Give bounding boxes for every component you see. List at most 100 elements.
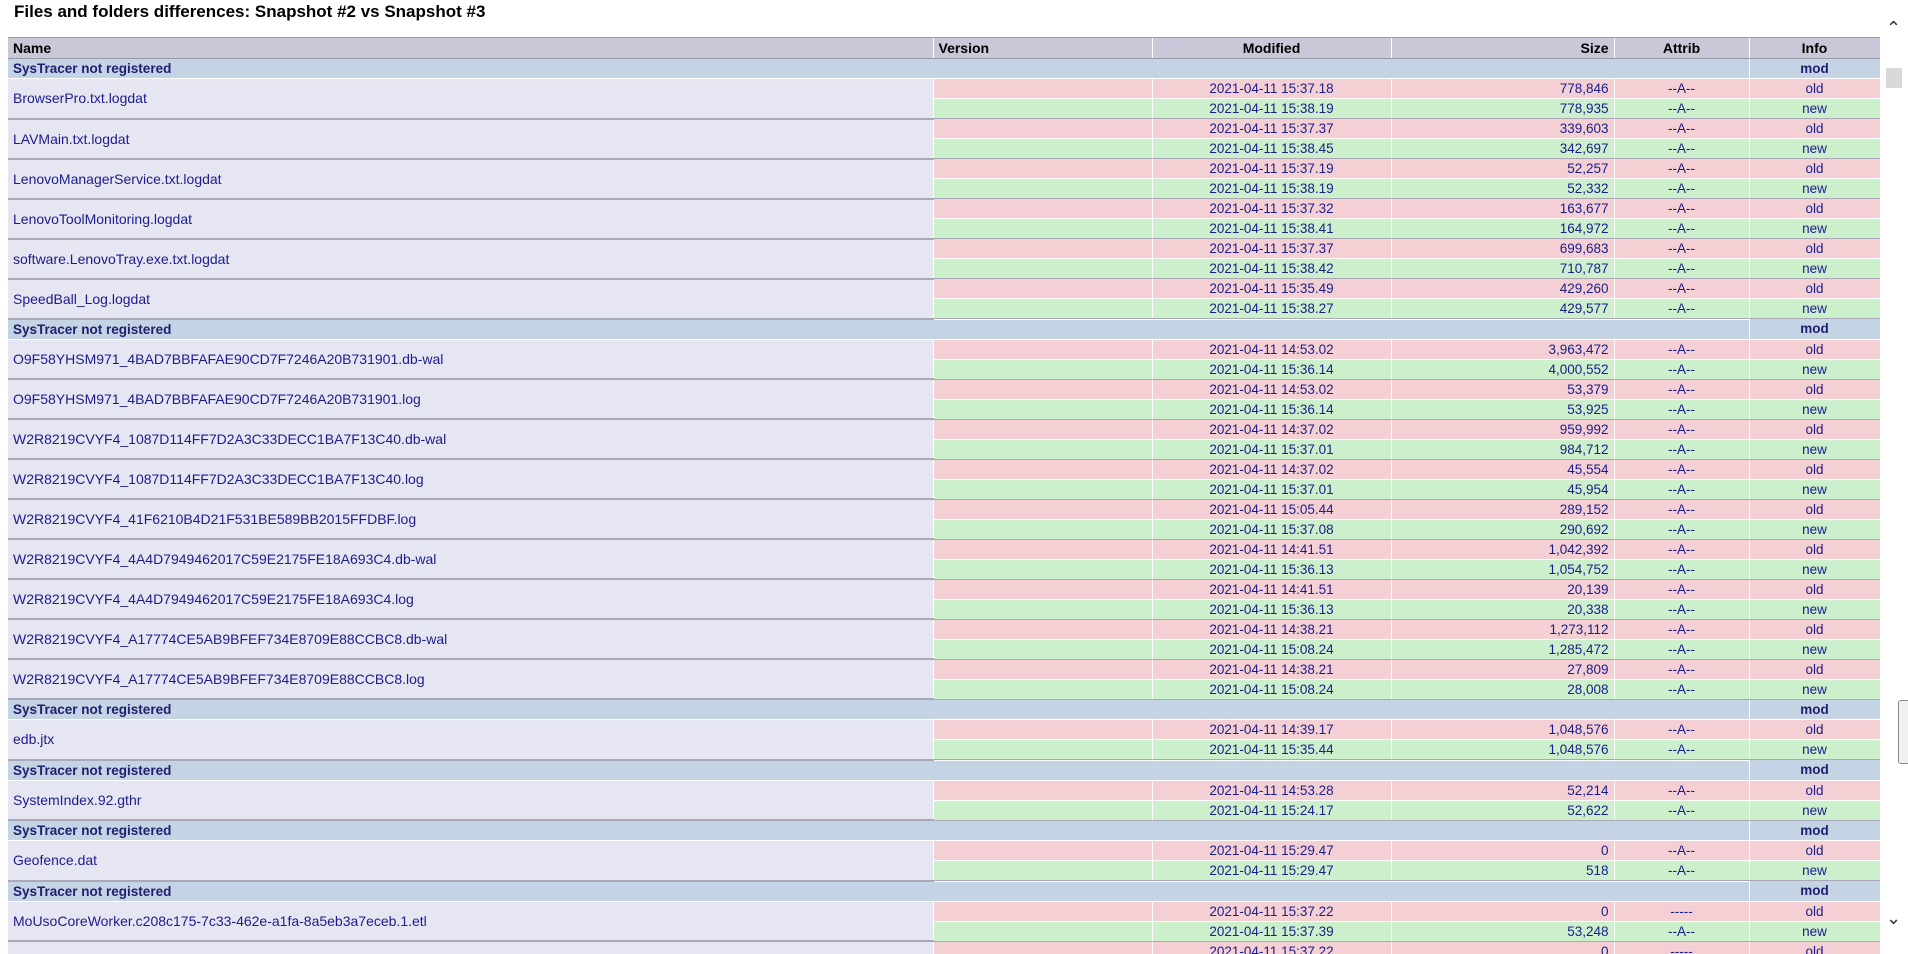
table-body: SysTracer not registeredmodBrowserPro.tx… (8, 59, 1880, 954)
info-cell: old (1749, 419, 1880, 439)
attrib-cell: --A-- (1614, 599, 1749, 619)
column-header-attrib[interactable]: Attrib (1614, 38, 1749, 59)
attrib-cell: --A-- (1614, 219, 1749, 239)
group-info: mod (1749, 760, 1880, 781)
attrib-cell: --A-- (1614, 199, 1749, 219)
size-cell: 518 (1391, 861, 1614, 881)
file-name: LenovoToolMonitoring.logdat (8, 199, 933, 239)
size-cell: 164,972 (1391, 219, 1614, 239)
group-row[interactable]: SysTracer not registeredmod (8, 760, 1880, 781)
file-old-row[interactable]: Geofence.dat2021-04-11 15:29.470--A--old (8, 841, 1880, 861)
version-cell (933, 219, 1152, 239)
info-cell: old (1749, 459, 1880, 479)
info-cell: new (1749, 439, 1880, 459)
column-header-modified[interactable]: Modified (1152, 38, 1391, 59)
attrib-cell: --A-- (1614, 519, 1749, 539)
version-cell (933, 339, 1152, 359)
attrib-cell: --A-- (1614, 339, 1749, 359)
modified-cell: 2021-04-11 15:37.22 (1152, 941, 1391, 954)
group-row[interactable]: SysTracer not registeredmod (8, 59, 1880, 79)
file-old-row[interactable]: edb.jtx2021-04-11 14:39.171,048,576--A--… (8, 720, 1880, 740)
file-old-row[interactable]: BrowserPro.txt.logdat2021-04-11 15:37.18… (8, 79, 1880, 99)
size-cell: 1,285,472 (1391, 639, 1614, 659)
modified-cell: 2021-04-11 14:37.02 (1152, 419, 1391, 439)
scrollbar-thumb[interactable] (1886, 68, 1902, 88)
modified-cell: 2021-04-11 14:37.02 (1152, 459, 1391, 479)
vertical-scrollbar[interactable]: ⌃ ⌄ (1883, 0, 1908, 953)
window-title: Files and folders differences: Snapshot … (14, 0, 485, 28)
modified-cell: 2021-04-11 15:37.22 (1152, 901, 1391, 921)
version-cell (933, 379, 1152, 399)
info-cell: new (1749, 139, 1880, 159)
info-cell: new (1749, 921, 1880, 941)
chevron-up-icon[interactable]: ⌃ (1886, 18, 1901, 38)
file-old-row[interactable]: W2R8219CVYF4_1087D114FF7D2A3C33DECC1BA7F… (8, 459, 1880, 479)
file-old-row[interactable]: O9F58YHSM971_4BAD7BBFAFAE90CD7F7246A20B7… (8, 379, 1880, 399)
info-cell: old (1749, 239, 1880, 259)
modified-cell: 2021-04-11 15:38.41 (1152, 219, 1391, 239)
file-name: W2R8219CVYF4_4A4D7949462017C59E2175FE18A… (8, 539, 933, 579)
file-old-row[interactable]: W2R8219CVYF4_41F6210B4D21F531BE589BB2015… (8, 499, 1880, 519)
column-header-name[interactable]: Name (8, 38, 933, 59)
info-cell: new (1749, 479, 1880, 499)
modified-cell: 2021-04-11 15:24.17 (1152, 800, 1391, 820)
version-cell (933, 720, 1152, 740)
file-old-row[interactable]: LenovoToolMonitoring.logdat2021-04-11 15… (8, 199, 1880, 219)
version-cell (933, 780, 1152, 800)
group-row[interactable]: SysTracer not registeredmod (8, 820, 1880, 841)
column-header-info[interactable]: Info (1749, 38, 1880, 59)
size-cell: 0 (1391, 901, 1614, 921)
info-cell: new (1749, 599, 1880, 619)
group-row[interactable]: SysTracer not registeredmod (8, 699, 1880, 720)
version-cell (933, 399, 1152, 419)
group-info: mod (1749, 319, 1880, 340)
attrib-cell: --A-- (1614, 861, 1749, 881)
modified-cell: 2021-04-11 14:53.02 (1152, 379, 1391, 399)
file-old-row[interactable]: SystemIndex.92.gthr2021-04-11 14:53.2852… (8, 780, 1880, 800)
diff-table-container[interactable]: Name Version Modified Size Attrib Info S… (8, 37, 1880, 954)
file-old-row[interactable]: software.LenovoTray.exe.txt.logdat2021-0… (8, 239, 1880, 259)
modified-cell: 2021-04-11 15:37.01 (1152, 479, 1391, 499)
file-old-row[interactable]: W2R8219CVYF4_4A4D7949462017C59E2175FE18A… (8, 579, 1880, 599)
info-cell: new (1749, 861, 1880, 881)
size-cell: 1,273,112 (1391, 619, 1614, 639)
version-cell (933, 619, 1152, 639)
file-old-row[interactable]: SpeedBall_Log.logdat2021-04-11 15:35.494… (8, 279, 1880, 299)
version-cell (933, 519, 1152, 539)
group-row[interactable]: SysTracer not registeredmod (8, 319, 1880, 340)
column-header-version[interactable]: Version (933, 38, 1152, 59)
size-cell: 3,963,472 (1391, 339, 1614, 359)
group-info: mod (1749, 699, 1880, 720)
size-cell: 429,260 (1391, 279, 1614, 299)
file-old-row[interactable]: W2R8219CVYF4_4A4D7949462017C59E2175FE18A… (8, 539, 1880, 559)
file-old-row[interactable]: LenovoManagerService.txt.logdat2021-04-1… (8, 159, 1880, 179)
info-cell: new (1749, 219, 1880, 239)
file-old-row[interactable]: MoUsoCoreWorker.c208c175-7c33-462e-a1fa-… (8, 901, 1880, 921)
info-cell: new (1749, 179, 1880, 199)
info-cell: old (1749, 279, 1880, 299)
file-old-row[interactable]: W2R8219CVYF4_1087D114FF7D2A3C33DECC1BA7F… (8, 419, 1880, 439)
attrib-cell: --A-- (1614, 119, 1749, 139)
file-name: Geofence.dat (8, 841, 933, 881)
file-old-row[interactable]: 2021-04-11 15:37.220-----old (8, 941, 1880, 954)
file-old-row[interactable]: O9F58YHSM971_4BAD7BBFAFAE90CD7F7246A20B7… (8, 339, 1880, 359)
chevron-down-icon[interactable]: ⌄ (1886, 908, 1901, 928)
attrib-cell: --A-- (1614, 399, 1749, 419)
scrollbar-grip[interactable] (1898, 700, 1908, 764)
file-old-row[interactable]: W2R8219CVYF4_A17774CE5AB9BFEF734E8709E88… (8, 619, 1880, 639)
size-cell: 20,139 (1391, 579, 1614, 599)
file-name: SpeedBall_Log.logdat (8, 279, 933, 319)
group-row[interactable]: SysTracer not registeredmod (8, 881, 1880, 902)
file-old-row[interactable]: LAVMain.txt.logdat2021-04-11 15:37.37339… (8, 119, 1880, 139)
column-header-size[interactable]: Size (1391, 38, 1614, 59)
size-cell: 778,935 (1391, 99, 1614, 119)
version-cell (933, 299, 1152, 319)
attrib-cell: --A-- (1614, 800, 1749, 820)
attrib-cell: --A-- (1614, 99, 1749, 119)
modified-cell: 2021-04-11 15:38.19 (1152, 99, 1391, 119)
file-old-row[interactable]: W2R8219CVYF4_A17774CE5AB9BFEF734E8709E88… (8, 659, 1880, 679)
file-name: LenovoManagerService.txt.logdat (8, 159, 933, 199)
modified-cell: 2021-04-11 15:37.18 (1152, 79, 1391, 99)
attrib-cell: --A-- (1614, 639, 1749, 659)
size-cell: 429,577 (1391, 299, 1614, 319)
